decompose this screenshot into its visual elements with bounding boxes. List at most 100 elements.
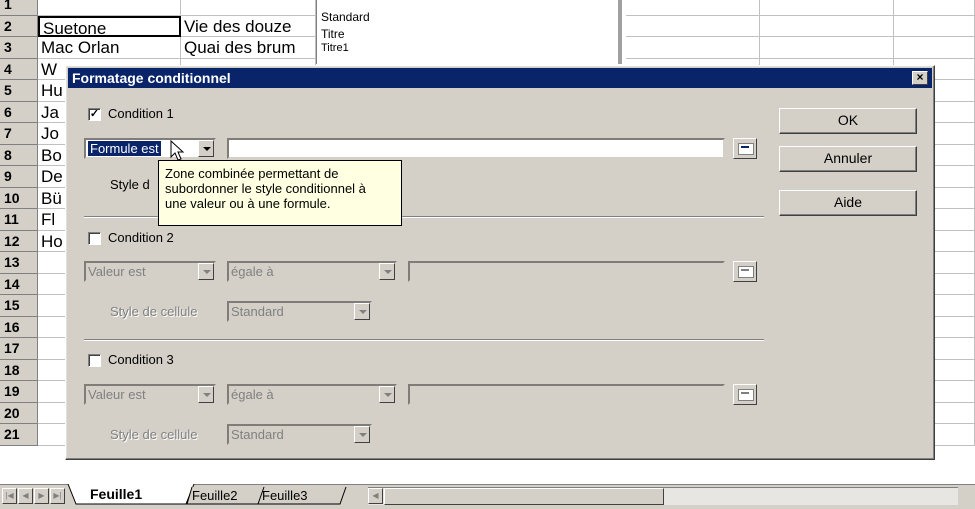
- chevron-down-icon[interactable]: [198, 140, 214, 157]
- sheet-cell[interactable]: [760, 15, 894, 37]
- scroll-thumb[interactable]: [384, 488, 664, 505]
- tab-feuille1[interactable]: Feuille1: [80, 485, 152, 505]
- sheet-cell[interactable]: [626, 0, 760, 16]
- row-header[interactable]: 13: [0, 252, 38, 274]
- sheet-cell[interactable]: Mac Orlan: [38, 37, 181, 59]
- condition-3-type-value: Valeur est: [88, 387, 146, 402]
- cursor-icon: [170, 140, 185, 161]
- dialog-titlebar[interactable]: Formatage conditionnel ×: [68, 68, 932, 88]
- sheet-cell[interactable]: Quai des brum: [181, 37, 316, 59]
- condition-3-checkbox[interactable]: [88, 354, 101, 367]
- row-header[interactable]: 11: [0, 209, 38, 231]
- row-header[interactable]: 5: [0, 80, 38, 102]
- sheet-cell[interactable]: [181, 0, 316, 16]
- sheet-cell[interactable]: [890, 15, 975, 37]
- horizontal-scrollbar[interactable]: ◀: [368, 487, 958, 505]
- condition-2-type-select[interactable]: Valeur est: [84, 261, 216, 282]
- sheet-cell[interactable]: Suetone: [38, 15, 181, 37]
- row-header[interactable]: 15: [0, 295, 38, 317]
- sheet-cell[interactable]: [760, 0, 894, 16]
- condition-3-label: Condition 3: [108, 352, 174, 367]
- condition-2-checkbox[interactable]: [88, 232, 101, 245]
- condition-3-style-value: Standard: [231, 427, 284, 442]
- ok-button[interactable]: OK: [779, 108, 917, 134]
- sheet-cell[interactable]: [890, 0, 975, 16]
- tooltip-line: une valeur ou à une formule.: [165, 196, 331, 211]
- conditional-format-dialog: Formatage conditionnel × ✓ Condition 1 F…: [65, 65, 935, 460]
- condition-3-shrink-icon[interactable]: [733, 384, 757, 405]
- condition-2-value-input[interactable]: [408, 261, 725, 282]
- sheet-cell[interactable]: [626, 15, 760, 37]
- tooltip-line: subordonner le style conditionnel à: [165, 181, 366, 196]
- condition-2-label: Condition 2: [108, 230, 174, 245]
- row-header[interactable]: 16: [0, 316, 38, 338]
- condition-2-style-label: Style de cellule: [110, 304, 198, 319]
- style-list-item[interactable]: Titre: [321, 27, 345, 41]
- row-header[interactable]: 21: [0, 424, 38, 446]
- sheet-cell[interactable]: [626, 37, 760, 59]
- condition-1-formula-input[interactable]: [227, 138, 725, 159]
- style-list[interactable]: Standard Titre Titre1: [316, 0, 622, 64]
- next-sheet-icon[interactable]: ▶: [34, 488, 49, 504]
- condition-1-type-select[interactable]: Formule est: [84, 138, 216, 159]
- tooltip: Zone combinée permettant de subordonner …: [158, 160, 402, 226]
- condition-1-checkbox[interactable]: ✓: [88, 108, 101, 121]
- sheet-cell[interactable]: [38, 0, 181, 16]
- condition-1-type-value: Formule est: [88, 141, 161, 156]
- scroll-left-icon[interactable]: ◀: [368, 488, 383, 504]
- condition-2-operator-value: égale à: [231, 264, 274, 279]
- chevron-down-icon[interactable]: [198, 263, 214, 280]
- condition-2-type-value: Valeur est: [88, 264, 146, 279]
- chevron-down-icon[interactable]: [379, 263, 395, 280]
- row-header[interactable]: 4: [0, 58, 38, 80]
- condition-2-operator-select[interactable]: égale à: [227, 261, 397, 282]
- row-header[interactable]: 10: [0, 187, 38, 209]
- chevron-down-icon[interactable]: [198, 386, 214, 403]
- row-header[interactable]: 14: [0, 273, 38, 295]
- condition-3-operator-select[interactable]: égale à: [227, 384, 397, 405]
- row-header[interactable]: 19: [0, 381, 38, 403]
- condition-1-style-label: Style d: [110, 177, 150, 192]
- tab-feuille2[interactable]: Feuille2: [182, 487, 248, 507]
- style-list-item[interactable]: Titre1: [321, 42, 349, 54]
- chevron-down-icon[interactable]: [379, 386, 395, 403]
- sheet-cell[interactable]: Vie des douze: [181, 15, 316, 37]
- condition-3-operator-value: égale à: [231, 387, 274, 402]
- tooltip-line: Zone combinée permettant de: [165, 166, 339, 181]
- condition-3-type-select[interactable]: Valeur est: [84, 384, 216, 405]
- last-sheet-icon[interactable]: ▶|: [50, 488, 65, 504]
- style-list-item[interactable]: Standard: [321, 10, 370, 24]
- condition-2-style-select[interactable]: Standard: [227, 301, 372, 322]
- condition-3-value-input[interactable]: [408, 384, 725, 405]
- tab-feuille3[interactable]: Feuille3: [252, 487, 318, 507]
- help-button[interactable]: Aide: [779, 190, 917, 216]
- cancel-button[interactable]: Annuler: [779, 146, 917, 172]
- close-icon[interactable]: ×: [912, 71, 928, 85]
- row-header[interactable]: 17: [0, 338, 38, 360]
- sheet-cell[interactable]: [890, 37, 975, 59]
- row-header[interactable]: 1: [0, 0, 38, 16]
- row-header[interactable]: 20: [0, 402, 38, 424]
- dialog-title: Formatage conditionnel: [72, 70, 231, 86]
- separator: [84, 339, 764, 341]
- row-header[interactable]: 3: [0, 37, 38, 59]
- first-sheet-icon[interactable]: |◀: [2, 488, 17, 504]
- condition-1-shrink-icon[interactable]: [733, 138, 757, 159]
- sheet-cell[interactable]: [760, 37, 894, 59]
- row-header[interactable]: 12: [0, 230, 38, 252]
- sheet-tab-bar: |◀ ◀ ▶ ▶| Feuille1 Feuille2 Feuille3 ◀: [0, 484, 975, 509]
- row-header[interactable]: 18: [0, 359, 38, 381]
- row-header[interactable]: 8: [0, 144, 38, 166]
- condition-3-style-label: Style de cellule: [110, 427, 198, 442]
- condition-2-shrink-icon[interactable]: [733, 261, 757, 282]
- row-header[interactable]: 6: [0, 101, 38, 123]
- prev-sheet-icon[interactable]: ◀: [18, 488, 33, 504]
- row-header[interactable]: 9: [0, 166, 38, 188]
- chevron-down-icon[interactable]: [354, 426, 370, 443]
- row-header[interactable]: 2: [0, 15, 38, 37]
- condition-3-style-select[interactable]: Standard: [227, 424, 372, 445]
- condition-1-label: Condition 1: [108, 106, 174, 121]
- row-header[interactable]: 7: [0, 123, 38, 145]
- condition-2-style-value: Standard: [231, 304, 284, 319]
- chevron-down-icon[interactable]: [354, 303, 370, 320]
